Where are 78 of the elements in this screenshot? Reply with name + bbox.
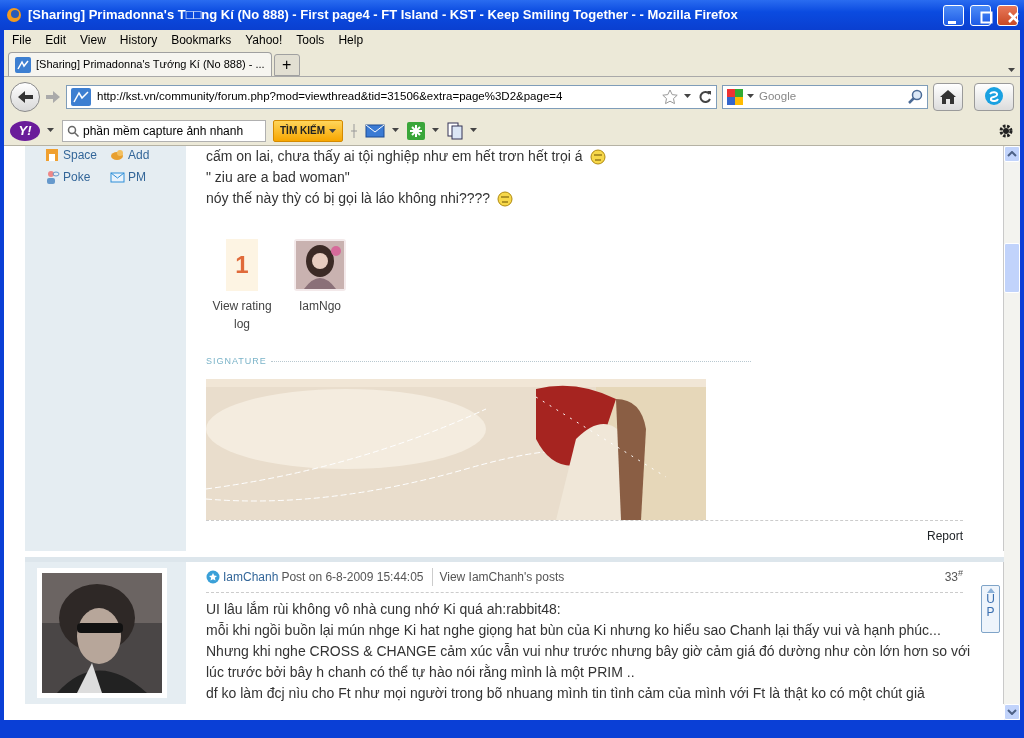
post-text: UI lâu lắm rùi không vô nhà cung nhớ Ki quá ah:rabbit48: (206, 599, 561, 619)
report-link[interactable]: Report (926, 526, 963, 545)
address-field[interactable]: http://kst.vn/community/forum.php?mod=viewthread&tid=31506&extra=page%3D2&page=4 (66, 84, 717, 109)
search-field[interactable]: Google (722, 84, 928, 109)
google-icon (727, 88, 743, 105)
profile-link[interactable]: Add (110, 146, 175, 164)
emoticon-icon (496, 190, 515, 207)
back-to-top-button[interactable]: UP (981, 585, 1000, 633)
home-icon (939, 88, 957, 105)
menu-item[interactable]: File (12, 31, 32, 49)
profile-link[interactable]: Space (45, 146, 110, 164)
rater-name: IamNgo (298, 298, 342, 315)
mail-icon[interactable] (365, 122, 385, 139)
author-link[interactable]: IamChanh (223, 567, 279, 586)
maximize-button[interactable] (970, 4, 991, 26)
rating-log-link[interactable]: View rating log (206, 297, 278, 333)
toolbar-search-button[interactable]: TÌM KIẾM (273, 119, 343, 142)
menu-item[interactable]: Edit (45, 31, 67, 49)
post-text: Nhưng khi nghe CROSS & CHANGE cảm xúc vẫn vui như trước nhưng bây giờ cảm giá đó dường như còn lớn hơn so với (206, 641, 971, 661)
person-icon (45, 169, 60, 185)
star-badge-icon (206, 569, 220, 584)
settings-icon[interactable] (998, 122, 1014, 139)
back-arrow-icon (16, 88, 34, 105)
rating-count: 1 (226, 239, 258, 291)
new-tab-button[interactable]: + (273, 54, 300, 76)
asterisk-icon[interactable] (407, 121, 425, 140)
reload-icon[interactable] (698, 89, 712, 104)
dropdown-icon[interactable] (432, 128, 440, 133)
home-button[interactable] (933, 82, 963, 111)
resize-grip-icon (350, 122, 358, 139)
menu-item[interactable]: Bookmarks (171, 31, 232, 49)
scroll-up-button[interactable] (1004, 146, 1020, 162)
mail-icon (110, 169, 125, 185)
bookmark-star-icon[interactable] (662, 88, 678, 105)
search-icon (67, 124, 79, 137)
post-text: lúc trước bởi bây h chanh có thể tự hào nói rằng mình là một PRIM .. (206, 662, 635, 682)
scroll-thumb[interactable] (1004, 243, 1020, 293)
dropdown-icon[interactable] (684, 94, 692, 99)
post-text: cấm on lai, chưa thấy ai tội nghiệp như em hết trơn hết trọi á (206, 147, 583, 166)
menu-item[interactable]: Yahoo! (245, 31, 283, 49)
menu-item[interactable]: History (119, 31, 158, 49)
dropdown-icon[interactable] (47, 128, 55, 133)
window-title: [Sharing] Primadonna's T□□ng Kí (No 888) - First page4 - FT Island - KST - Keep Smiling Together - - Mozilla Firefox (28, 6, 739, 25)
close-button[interactable] (997, 4, 1018, 26)
up-arrow-icon (986, 588, 995, 593)
document-icon[interactable] (447, 121, 463, 140)
search-icon[interactable] (907, 88, 923, 105)
minimize-button[interactable] (943, 4, 964, 26)
scroll-down-button[interactable] (1004, 704, 1020, 720)
profile-link[interactable]: Poke (45, 168, 110, 186)
firefox-icon (6, 7, 22, 23)
menu-item[interactable]: Help (338, 31, 364, 49)
dropdown-icon[interactable] (747, 94, 755, 99)
site-icon (15, 56, 31, 73)
house-icon (45, 147, 60, 163)
dropdown-icon[interactable] (470, 128, 478, 133)
site-icon (71, 87, 91, 106)
post-text: mỗi khi ngồi buồn lại mún nhge Ki hat nghe giọng hat bùn của Ki nhưng ko hiểu sao Chanh lại thấy vui và hạnh phúc... (206, 620, 941, 640)
yahoo-logo[interactable]: Y! (10, 120, 40, 141)
view-posts-link[interactable]: View IamChanh's posts (432, 567, 565, 586)
toolbar-search-field[interactable]: phần mềm capture ảnh nhanh (62, 119, 266, 142)
skype-icon (982, 85, 1006, 108)
post-text: df ko làm đcj nìu cho Ft như mọi người trong bõ nhuang mình tin tình cảm của mình với Ft là thật ko có một chút giả (206, 683, 925, 703)
post-number: 33$^{#}$ (944, 567, 963, 586)
back-button[interactable] (10, 81, 40, 112)
menu-item[interactable]: View (80, 31, 106, 49)
browser-tab[interactable]: [Sharing] Primadonna's Tướng Kí (No 888) - ... (8, 52, 272, 76)
caret-icon (329, 128, 336, 133)
menu-item[interactable]: Tools (296, 31, 325, 49)
emoticon-icon (588, 148, 607, 165)
minimize-icon (947, 20, 956, 24)
post-text: nóy thế này thỳ có bị gọi là láo không nhi???? (206, 189, 491, 208)
profile-link[interactable]: PM (110, 168, 175, 186)
skype-button[interactable] (974, 82, 1014, 111)
dropdown-icon[interactable] (392, 128, 400, 133)
post-date: Post on 6-8-2009 15:44:05 (281, 568, 424, 586)
signature-label: SIGNATURE (206, 355, 267, 368)
post-text: " ziu are a bad woman" (206, 168, 350, 187)
